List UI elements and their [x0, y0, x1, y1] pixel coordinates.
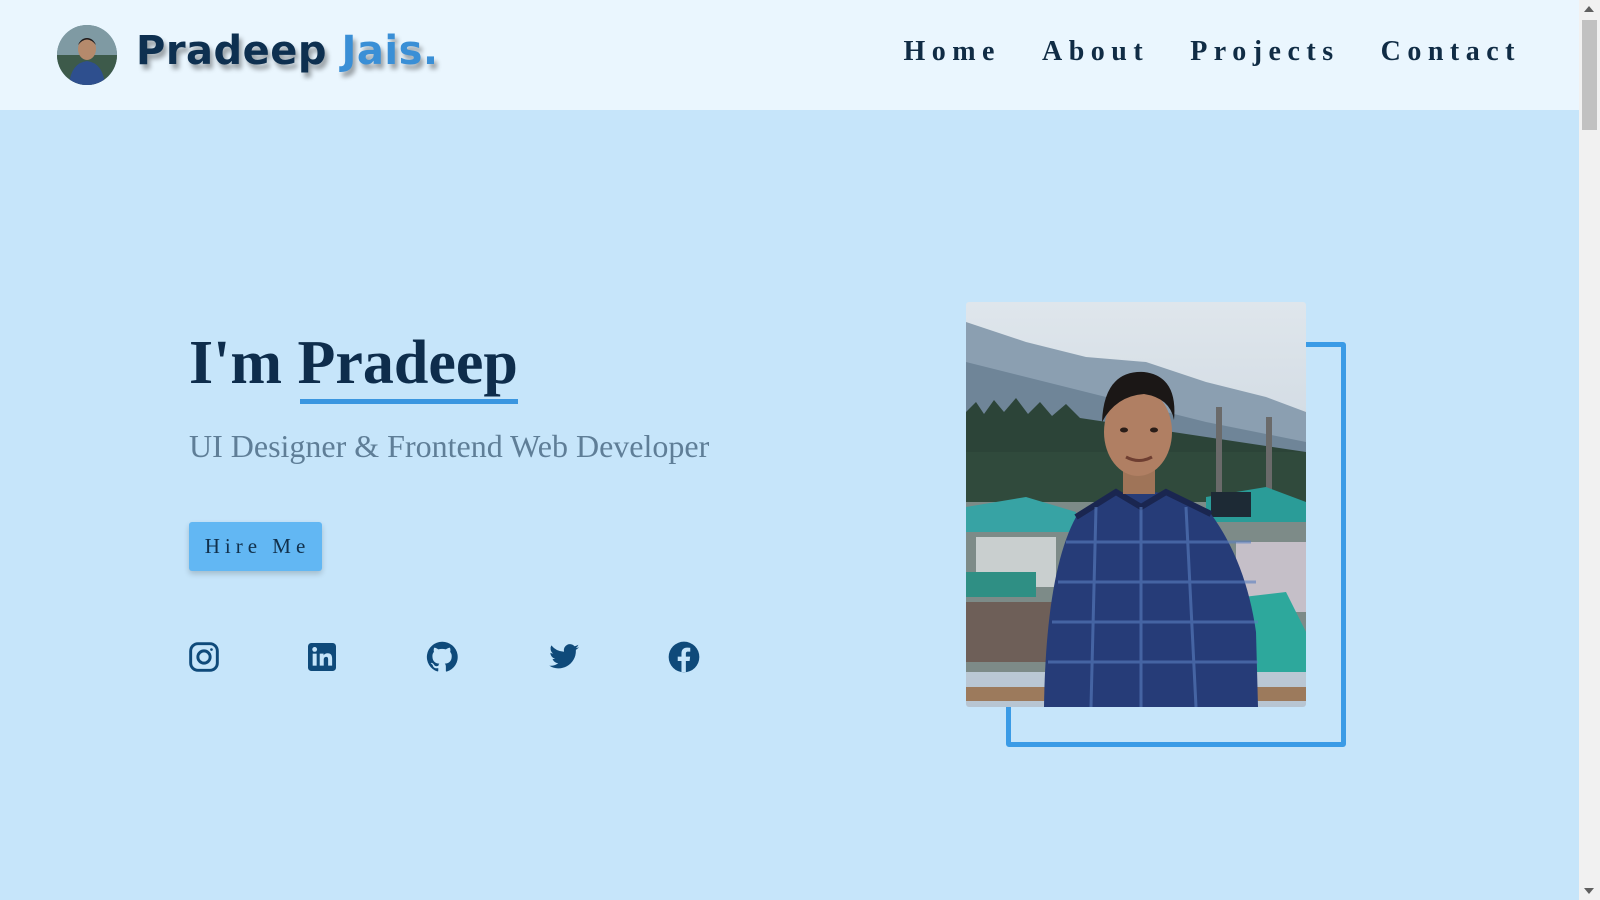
logo-avatar[interactable]: [57, 25, 117, 85]
hire-me-button[interactable]: Hire Me: [189, 522, 322, 571]
scroll-thumb[interactable]: [1582, 20, 1597, 130]
facebook-icon[interactable]: [668, 641, 700, 673]
hero-title-prefix: I'm: [189, 329, 282, 397]
hero-subtitle: UI Designer & Frontend Web Developer: [189, 428, 710, 464]
page-scrollbar[interactable]: [1579, 0, 1600, 900]
scroll-down-arrow-icon[interactable]: [1584, 888, 1594, 894]
nav-contact[interactable]: Contact: [1381, 36, 1521, 68]
scroll-up-arrow-icon[interactable]: [1584, 6, 1594, 12]
nav-about[interactable]: About: [1042, 36, 1149, 68]
twitter-icon[interactable]: [548, 641, 580, 673]
linkedin-icon[interactable]: [306, 641, 338, 673]
main-nav: Home About Projects Contact: [903, 36, 1521, 68]
social-links: [188, 641, 700, 673]
profile-photo: [966, 302, 1306, 707]
site-header: Pradeep Jais. Home About Projects Contac…: [0, 0, 1579, 110]
logo-first-name: Pradeep: [136, 28, 328, 74]
hero-title-name: Pradeep: [297, 329, 518, 397]
nav-projects[interactable]: Projects: [1190, 36, 1339, 68]
github-icon[interactable]: [426, 641, 458, 673]
logo-dot: .: [422, 28, 439, 74]
hero-title: I'm Pradeep: [189, 328, 518, 399]
nav-home[interactable]: Home: [903, 36, 1001, 68]
logo-text[interactable]: Pradeep Jais.: [136, 28, 439, 74]
instagram-icon[interactable]: [188, 641, 220, 673]
logo-last-name: Jais: [341, 28, 423, 74]
